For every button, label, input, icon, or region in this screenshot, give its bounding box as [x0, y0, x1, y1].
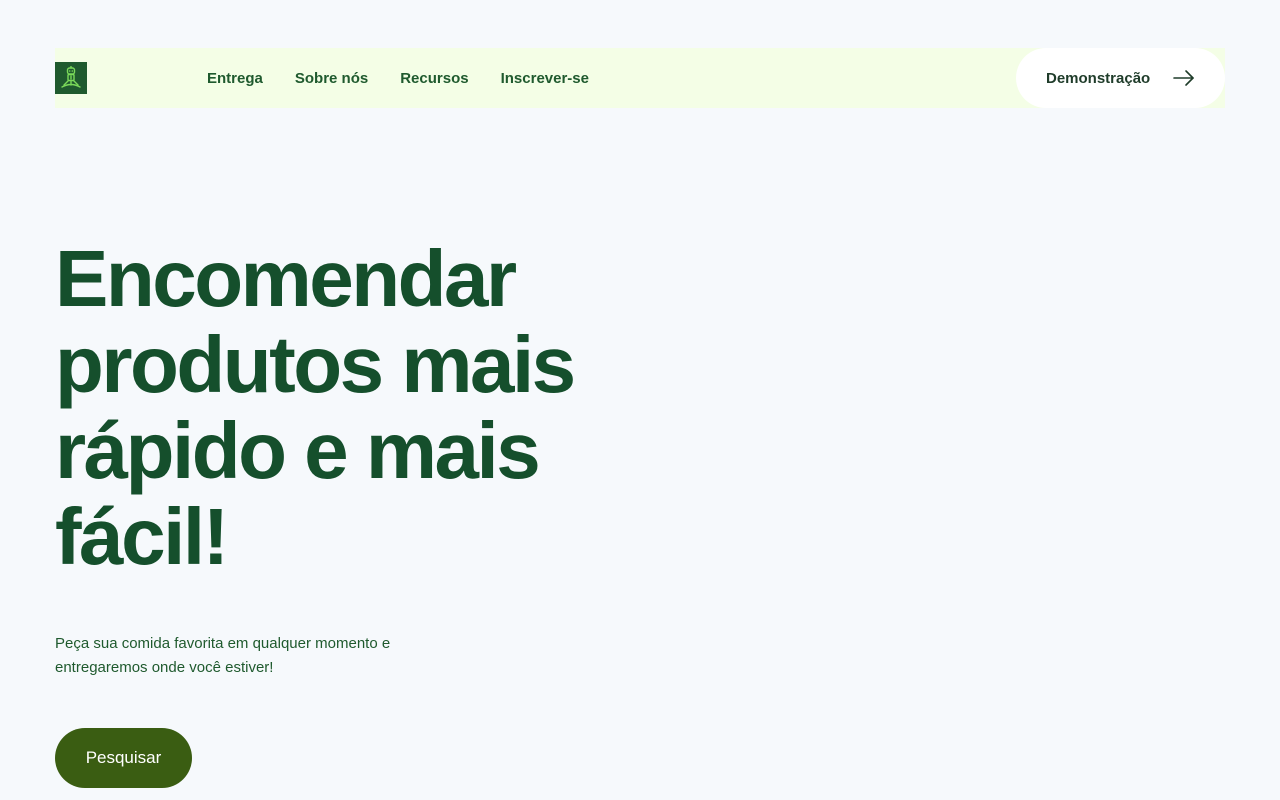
nav-link-entrega[interactable]: Entrega: [207, 70, 263, 87]
hero-title: Encomendar produtos mais rápido e mais f…: [55, 234, 576, 581]
tower-robot-logo-icon: [61, 66, 81, 88]
main-nav: Entrega Sobre nós Recursos Inscrever-se: [207, 48, 589, 108]
search-button[interactable]: Pesquisar: [55, 728, 192, 788]
demo-button-label: Demonstração: [1046, 69, 1151, 87]
hero-subtitle: Peça sua comida favorita em qualquer mom…: [55, 635, 391, 676]
top-header: Entrega Sobre nós Recursos Inscrever-se …: [55, 48, 1225, 108]
nav-link-sobre-nos[interactable]: Sobre nós: [295, 70, 368, 87]
nav-link-recursos[interactable]: Recursos: [400, 70, 468, 87]
demo-button[interactable]: Demonstração: [1016, 48, 1225, 108]
nav-link-inscrever-se[interactable]: Inscrever-se: [501, 70, 589, 87]
brand-logo[interactable]: [55, 62, 87, 94]
arrow-right-icon: [1173, 70, 1194, 86]
